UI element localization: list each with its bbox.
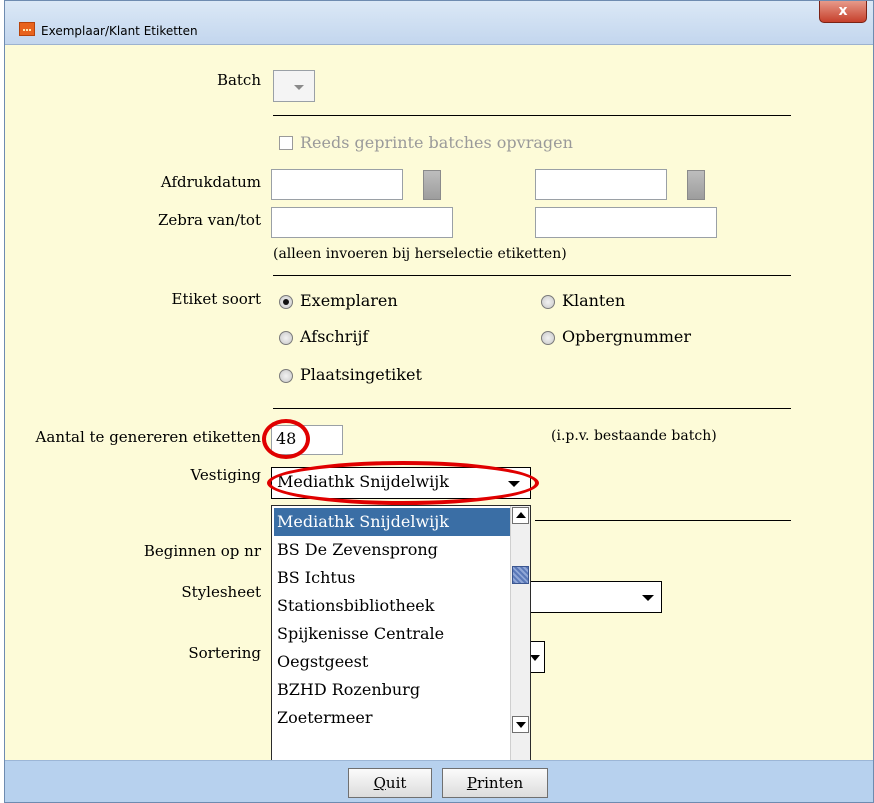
divider (273, 275, 791, 276)
quit-button[interactable]: Quit (348, 768, 432, 798)
scroll-thumb[interactable] (512, 566, 529, 584)
chevron-down-icon (508, 481, 520, 487)
start-nr-label: Beginnen op nr (143, 542, 261, 560)
quit-mnemonic: Q (373, 774, 386, 792)
radio-opbergnummer[interactable] (541, 331, 555, 345)
radio-exemplaren[interactable] (279, 295, 293, 309)
quit-label-rest: uit (385, 774, 407, 792)
divider (535, 520, 791, 521)
list-item[interactable]: Spijkenisse Centrale (274, 620, 510, 648)
close-button[interactable]: x (819, 1, 867, 23)
print-button[interactable]: Printen (442, 768, 548, 798)
scroll-up-icon[interactable] (512, 507, 529, 524)
count-label: Aantal te genereren etiketten (35, 428, 261, 446)
window-title: Exemplaar/Klant Etiketten (41, 24, 198, 38)
list-item[interactable]: Oegstgeest (274, 648, 510, 676)
zebra-to-input[interactable] (535, 207, 717, 238)
radio-plaatsingetiket[interactable] (279, 369, 293, 383)
divider (273, 115, 791, 116)
count-input[interactable]: 48 (271, 425, 343, 455)
reprint-checkbox-label: Reeds geprinte batches opvragen (300, 133, 573, 152)
reprint-checkbox[interactable] (279, 136, 293, 150)
count-note: (i.p.v. bestaande batch) (551, 428, 717, 444)
list-item[interactable]: BS De Zevensprong (274, 536, 510, 564)
dropdown-scrollbar[interactable] (510, 506, 530, 782)
branch-select[interactable]: Mediathk Snijdelwijk (271, 467, 531, 499)
print-date-label: Afdrukdatum (160, 173, 261, 191)
chevron-down-icon (530, 655, 540, 661)
divider (273, 408, 791, 409)
zebra-label: Zebra van/tot (157, 211, 261, 229)
list-item[interactable]: BS Ichtus (274, 564, 510, 592)
stylesheet-label: Stylesheet (181, 583, 261, 601)
label-window: Exemplaar/Klant Etiketten x Batch Reeds … (4, 0, 874, 803)
print-date-from-input[interactable] (271, 169, 403, 200)
print-date-to-input[interactable] (535, 169, 667, 200)
list-item[interactable]: Mediathk Snijdelwijk (274, 508, 510, 536)
batch-combo[interactable] (273, 70, 315, 102)
title-bar[interactable]: Exemplaar/Klant Etiketten x (5, 1, 873, 45)
chevron-down-icon (642, 595, 654, 601)
scroll-down-icon[interactable] (512, 716, 529, 733)
sort-label: Sortering (188, 644, 261, 662)
app-icon (19, 22, 35, 36)
radio-opbergnummer-label: Opbergnummer (562, 327, 692, 346)
branch-select-value: Mediathk Snijdelwijk (277, 472, 449, 491)
branch-label: Vestiging (190, 466, 261, 484)
zebra-from-input[interactable] (271, 207, 453, 238)
radio-exemplaren-label: Exemplaren (300, 291, 398, 310)
reselect-note: (alleen invoeren bij herselectie etikett… (273, 246, 567, 262)
radio-afschrijf[interactable] (279, 331, 293, 345)
batch-label: Batch (216, 71, 261, 89)
print-label-rest: rinten (476, 774, 524, 792)
label-type-label: Etiket soort (171, 290, 262, 308)
form-area: Batch Reeds geprinte batches opvragen Af… (5, 45, 873, 783)
radio-klanten-label: Klanten (562, 291, 626, 310)
list-item[interactable]: BZHD Rozenburg (274, 676, 510, 704)
footer-bar: Quit Printen (5, 760, 873, 802)
radio-plaatsingetiket-label: Plaatsingetiket (300, 365, 422, 384)
list-item[interactable]: Zoetermeer (274, 704, 510, 732)
radio-klanten[interactable] (541, 295, 555, 309)
list-item[interactable]: Stationsbibliotheek (274, 592, 510, 620)
calendar-icon[interactable] (687, 170, 705, 200)
radio-afschrijf-label: Afschrijf (300, 327, 369, 346)
branch-dropdown-list[interactable]: Mediathk Snijdelwijk BS De Zevensprong B… (271, 505, 531, 783)
chevron-down-icon (294, 85, 304, 90)
calendar-icon[interactable] (423, 170, 441, 200)
print-mnemonic: P (466, 774, 477, 792)
